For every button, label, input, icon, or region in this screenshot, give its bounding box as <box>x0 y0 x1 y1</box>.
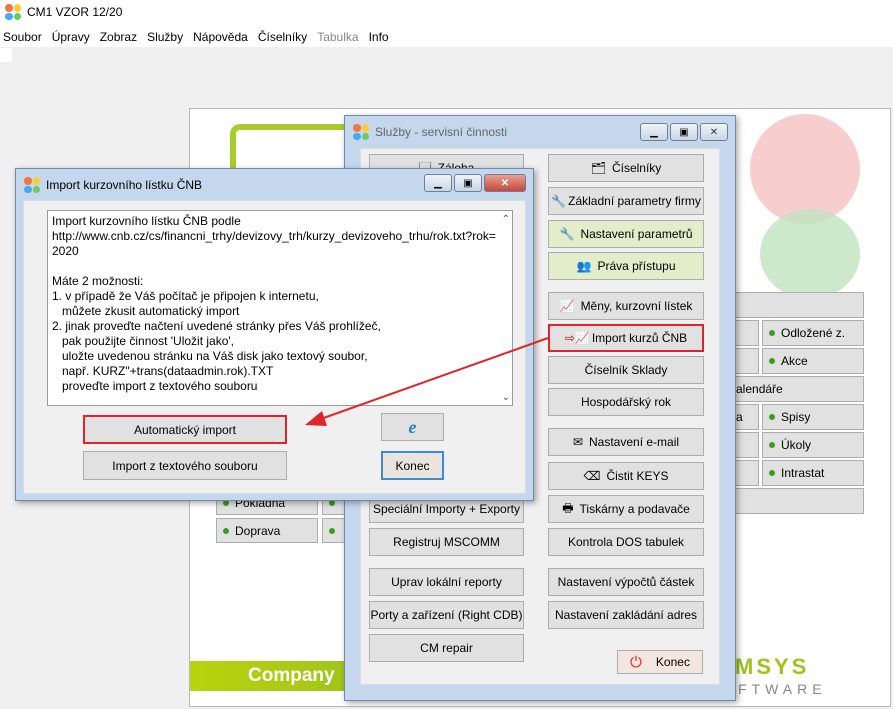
annotation-arrow <box>305 337 549 426</box>
arrow-line <box>317 337 549 421</box>
arrow-head <box>305 411 327 426</box>
